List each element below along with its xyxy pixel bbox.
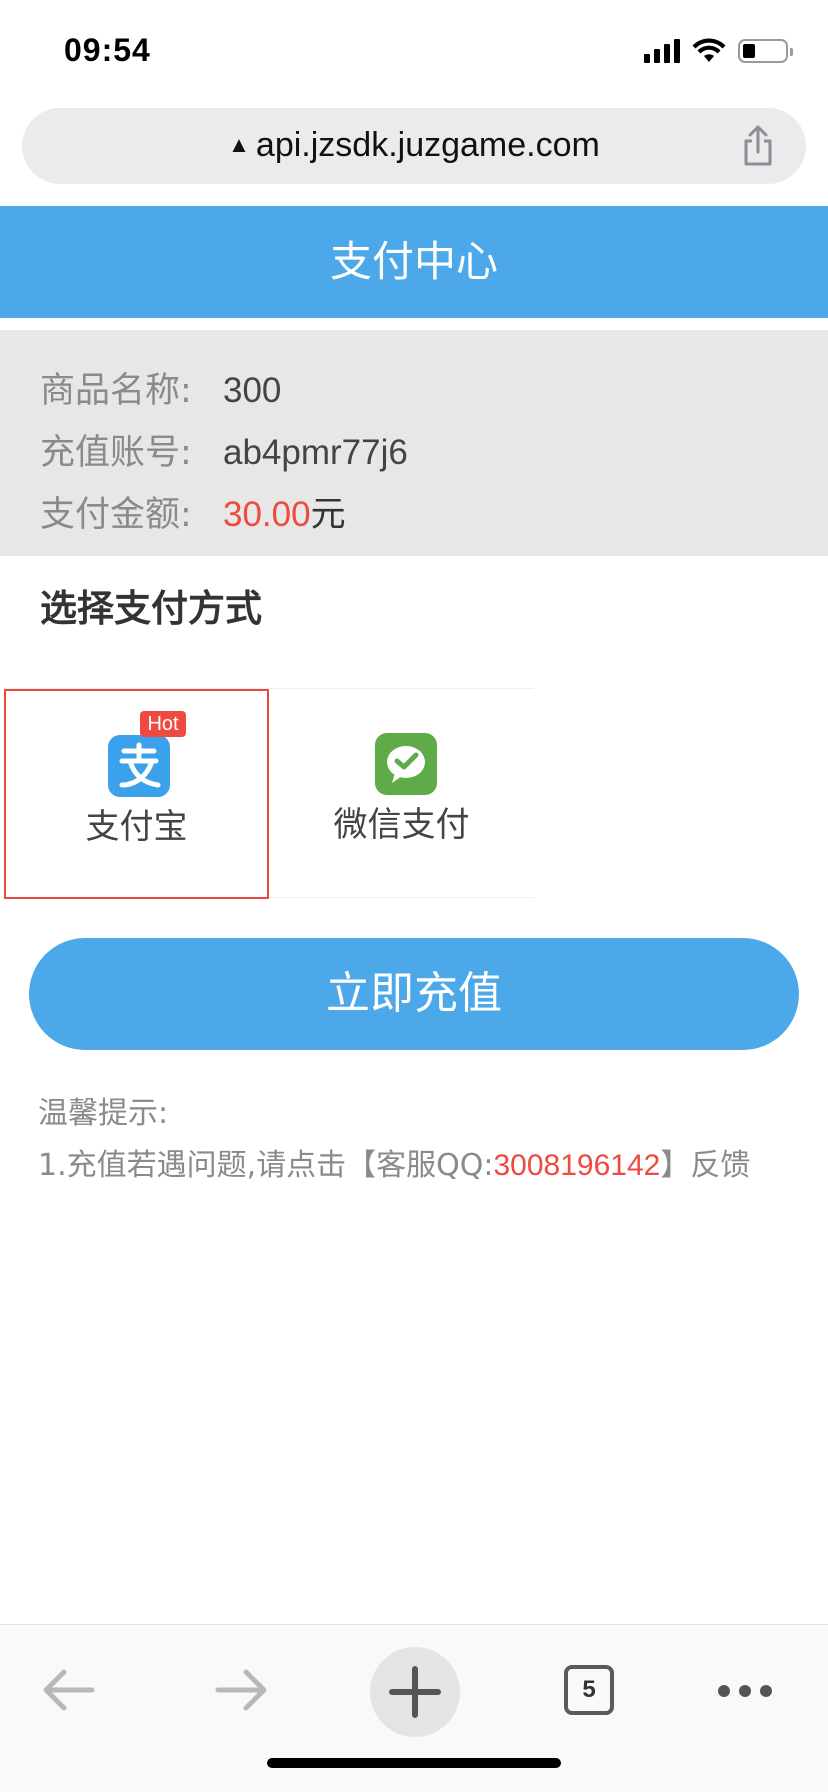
wifi-icon — [692, 38, 726, 62]
product-name-row: 商品名称: 300 — [0, 360, 828, 422]
url-text: api.jzsdk.juzgame.com — [255, 126, 600, 164]
address-text: ▲ api.jzsdk.juzgame.com — [22, 126, 806, 165]
tips-line-prefix: 1.充值若遇问题,请点击【客服QQ: — [38, 1148, 494, 1183]
tips: 温馨提示: 1.充值若遇问题,请点击【客服QQ:3008196142】反馈 — [38, 1088, 798, 1192]
amount-unit: 元 — [310, 495, 346, 535]
new-tab-button[interactable] — [370, 1647, 460, 1737]
amount-label: 支付金额: — [40, 495, 192, 535]
home-indicator — [267, 1758, 561, 1768]
share-icon[interactable] — [738, 124, 778, 168]
more-icon[interactable] — [700, 1645, 790, 1735]
alipay-icon — [108, 735, 170, 797]
tabs-button[interactable]: 5 — [544, 1645, 634, 1735]
alipay-label: 支付宝 — [85, 807, 188, 847]
account-label: 充值账号: — [40, 433, 192, 473]
payment-options: Hot 支付宝 微信支付 — [4, 688, 534, 899]
cellular-signal-icon — [644, 39, 680, 63]
status-bar: 09:54 — [0, 0, 828, 100]
amount-value: 30.00 — [223, 495, 311, 534]
wechat-pay-icon — [375, 733, 437, 795]
page-header: 支付中心 — [0, 206, 828, 318]
order-info: 商品名称: 300 充值账号: ab4pmr77j6 支付金额: 30.00元 — [0, 330, 828, 556]
tips-title: 温馨提示: — [38, 1096, 169, 1131]
account-value: ab4pmr77j6 — [223, 433, 408, 472]
recharge-now-button[interactable]: 立即充值 — [29, 938, 799, 1050]
product-name-value: 300 — [223, 371, 282, 410]
status-icons — [644, 38, 793, 64]
wechat-pay-label: 微信支付 — [333, 805, 470, 845]
customer-service-qq-link[interactable]: 3008196142 — [494, 1149, 661, 1182]
tips-line-suffix: 】反馈 — [660, 1148, 751, 1183]
amount-row: 支付金额: 30.00元 — [0, 484, 828, 546]
wechat-pay-option[interactable]: 微信支付 — [269, 689, 534, 899]
battery-icon — [738, 39, 793, 63]
product-name-label: 商品名称: — [40, 371, 192, 411]
forward-arrow-icon[interactable] — [196, 1645, 286, 1735]
back-arrow-icon[interactable] — [24, 1645, 114, 1735]
warning-icon: ▲ — [228, 132, 250, 157]
account-row: 充值账号: ab4pmr77j6 — [0, 422, 828, 484]
status-time: 09:54 — [64, 32, 151, 68]
tips-line: 1.充值若遇问题,请点击【客服QQ:3008196142】反馈 — [38, 1140, 798, 1192]
payment-method-title: 选择支付方式 — [40, 587, 262, 630]
alipay-option[interactable]: Hot 支付宝 — [4, 689, 269, 899]
tab-count: 5 — [564, 1665, 614, 1715]
plus-icon — [389, 1666, 441, 1718]
address-bar[interactable]: ▲ api.jzsdk.juzgame.com — [22, 108, 806, 184]
hot-badge: Hot — [140, 711, 186, 737]
